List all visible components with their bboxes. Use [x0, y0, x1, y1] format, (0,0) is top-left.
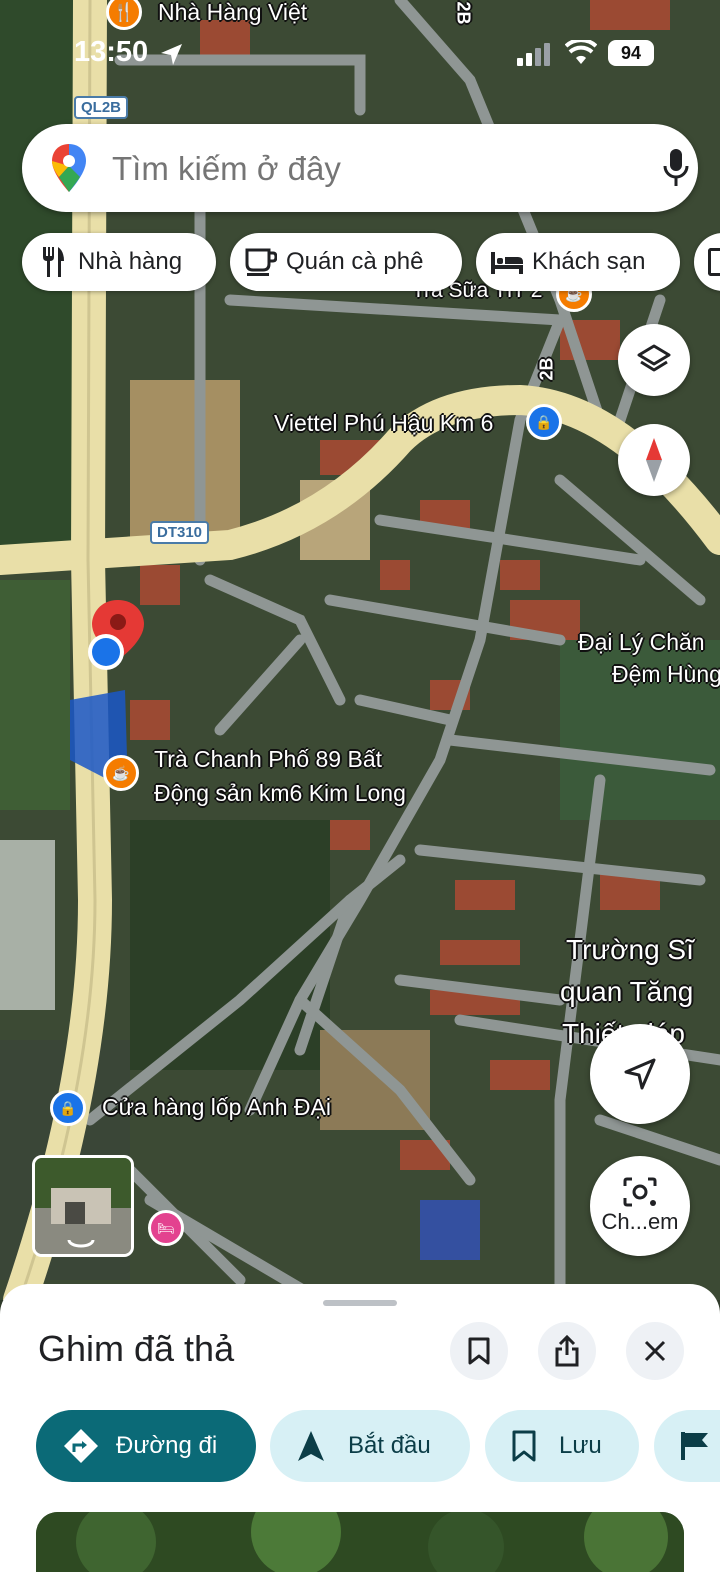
microphone-icon[interactable]: [662, 148, 690, 188]
save-button[interactable]: Lưu: [485, 1410, 639, 1482]
directions-label: Đường đi: [116, 1432, 218, 1459]
chip-label: Khách sạn: [532, 248, 646, 275]
camera-lens-icon: [623, 1177, 657, 1207]
lens-button-label: Ch...em: [601, 1209, 679, 1234]
cellular-signal-icon: [517, 43, 550, 66]
chip-cafes[interactable]: Quán cà phê: [230, 233, 462, 291]
layers-icon: [637, 344, 671, 372]
shopping-pin-icon[interactable]: 🔒: [526, 404, 562, 440]
compass-icon: [646, 438, 662, 482]
photo-image: [36, 1512, 684, 1572]
status-bar: 13:50 94: [0, 30, 720, 76]
place-label-dai-ly-1[interactable]: Đại Lý Chăn: [578, 627, 705, 657]
sheet-title: Ghim đã thả: [38, 1328, 235, 1369]
bookmark-icon: [512, 1430, 536, 1462]
place-photo[interactable]: [36, 1512, 684, 1572]
fork-knife-icon: [36, 247, 70, 277]
shopping-bag-icon: [708, 248, 720, 276]
shopping-pin-icon[interactable]: 🔒: [50, 1090, 86, 1126]
chip-label: Quán cà phê: [286, 248, 424, 275]
lens-camera-button[interactable]: Ch...em: [590, 1156, 690, 1256]
chip-hotels[interactable]: Khách sạn: [476, 233, 680, 291]
share-icon: [555, 1335, 579, 1367]
save-label: Lưu: [559, 1432, 602, 1459]
flag-icon: [681, 1432, 708, 1460]
sheet-drag-handle[interactable]: [323, 1300, 397, 1306]
cafe-pin-icon[interactable]: ☕: [103, 755, 139, 791]
place-label-tire-shop[interactable]: Cửa hàng lốp Anh ĐẠi: [102, 1092, 331, 1122]
chip-label: Nhà hàng: [78, 248, 183, 275]
place-label-nha-hang-viet[interactable]: Nhà Hàng Việt: [158, 0, 307, 27]
directions-icon: [64, 1429, 98, 1463]
share-button[interactable]: [538, 1322, 596, 1380]
place-label-tra-chanh-2[interactable]: Động sản km6 Kim Long: [154, 778, 406, 808]
road-number-2b-top: 2B: [453, 1, 474, 25]
google-maps-logo-icon: [52, 144, 86, 192]
location-arrow-icon: [161, 44, 182, 65]
navigation-start-icon: [298, 1431, 324, 1461]
compass-button[interactable]: [618, 424, 690, 496]
close-icon: [644, 1340, 666, 1362]
street-view-image: [35, 1158, 131, 1254]
coffee-cup-icon: [244, 248, 278, 276]
place-label-dai-ly-2[interactable]: Đệm Hùng: [612, 659, 720, 689]
hotel-pin-icon[interactable]: 🛏: [148, 1210, 184, 1246]
status-time: 13:50: [74, 36, 149, 68]
close-button[interactable]: [626, 1322, 684, 1380]
route-shield-dt310: DT310: [150, 521, 210, 544]
save-icon-button[interactable]: [450, 1322, 508, 1380]
my-location-button[interactable]: [590, 1024, 690, 1124]
start-label: Bắt đầu: [348, 1432, 431, 1459]
search-input[interactable]: [110, 144, 614, 194]
street-view-thumbnail[interactable]: [32, 1155, 134, 1257]
flag-button[interactable]: [654, 1410, 720, 1482]
wifi-icon: [565, 40, 597, 64]
road-number-2b: 2B: [536, 357, 557, 381]
navigation-arrow-icon: [624, 1058, 656, 1090]
bed-icon: [490, 250, 524, 274]
route-shield-ql2b: QL2B: [74, 96, 129, 119]
battery-level: 94: [620, 42, 642, 63]
chip-restaurants[interactable]: Nhà hàng: [22, 233, 216, 291]
bookmark-icon: [468, 1337, 490, 1365]
place-label-tra-chanh-1[interactable]: Trà Chanh Phố 89 Bất: [154, 744, 382, 774]
place-label-viettel[interactable]: Viettel Phú Hậu Km 6: [274, 408, 493, 438]
search-bar[interactable]: [22, 124, 698, 212]
start-button[interactable]: Bắt đầu: [270, 1410, 470, 1482]
battery-indicator: 94: [608, 40, 654, 66]
layers-button[interactable]: [618, 324, 690, 396]
place-label-truong-1[interactable]: Trường Sĩ: [566, 932, 694, 967]
directions-button[interactable]: Đường đi: [36, 1410, 256, 1482]
place-label-truong-2[interactable]: quan Tăng: [560, 974, 693, 1009]
